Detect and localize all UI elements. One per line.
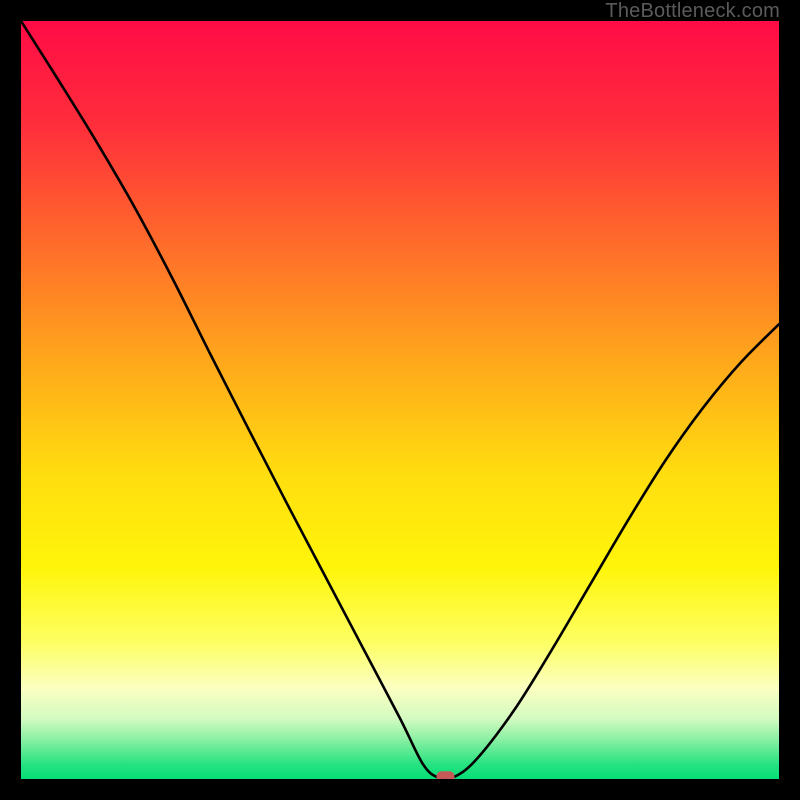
watermark-text: TheBottleneck.com (605, 0, 780, 23)
gradient-background (21, 21, 779, 779)
optimum-marker (437, 771, 455, 779)
plot-area (21, 21, 779, 779)
chart-svg (21, 21, 779, 779)
chart-frame: TheBottleneck.com (0, 0, 800, 800)
